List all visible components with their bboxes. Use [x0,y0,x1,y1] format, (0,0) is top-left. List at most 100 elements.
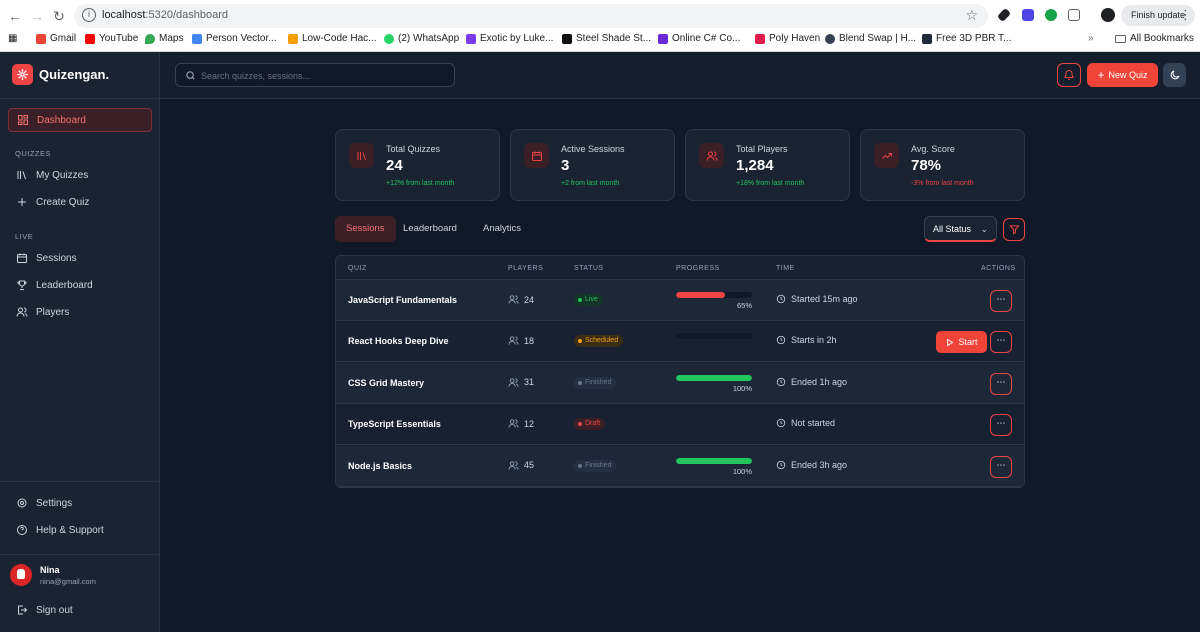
bookmark-poly-haven[interactable]: Poly Haven [755,33,820,44]
more-actions-button[interactable]: ⋯ [990,290,1012,312]
sidebar-item-sessions[interactable]: Sessions [8,246,152,270]
more-actions-button[interactable]: ⋯ [990,414,1012,437]
table-row[interactable]: CSS Grid Mastery 31 Finished 100% Ended 1h a… [336,362,1024,404]
quiz-name[interactable]: TypeScript Essentials [348,419,441,429]
players-value: 18 [524,335,535,346]
blend-swap-icon [825,33,835,44]
status-badge: Finished [574,376,617,389]
site-info-icon[interactable]: i [82,8,96,22]
bookmark-low-code[interactable]: Low-Code Hac... [288,33,376,44]
sidebar-item-label: Sessions [36,252,77,264]
notifications-button[interactable] [1057,63,1081,87]
back-icon[interactable]: ← [6,7,24,25]
bookmark-exotic[interactable]: Exotic by Luke... [466,33,553,44]
clock-icon [776,377,786,387]
table-row[interactable]: JavaScript Fundamentals 24 Live 65% Started … [336,280,1024,321]
reload-icon[interactable]: ↻ [50,7,68,25]
extension-blue-icon[interactable] [1022,9,1034,21]
filter-icon [1008,225,1020,235]
players-count: 24 [508,294,534,305]
bookmark-label: (2) WhatsApp [398,33,460,44]
time-value: Started 15m ago [791,294,858,304]
sidebar-item-my-quizzes[interactable]: My Quizzes [8,163,152,187]
url-text: localhost:5320/dashboard [102,9,228,21]
bookmark-label: Free 3D PBR T... [936,33,1012,44]
quiz-name[interactable]: JavaScript Fundamentals [348,295,457,305]
steel-shade-icon [562,33,572,44]
tab-analytics[interactable]: Analytics [472,216,532,242]
profile-avatar-icon[interactable] [1101,8,1115,22]
stat-label: Total Quizzes [386,144,441,154]
brand-name: Quizengan. [39,67,110,82]
sidebar-item-leaderboard[interactable]: Leaderboard [8,273,152,297]
address-bar[interactable]: i localhost:5320/dashboard ☆ [74,4,988,28]
more-actions-button[interactable]: ⋯ [990,372,1012,395]
users-icon [508,335,519,346]
sign-out-button[interactable]: Sign out [8,598,152,622]
bookmark-gmail[interactable]: Gmail [36,33,76,44]
bookmark-youtube[interactable]: YouTube [85,33,138,44]
filter-button[interactable] [1003,218,1025,241]
apps-grid-icon[interactable]: ▦ [8,33,17,44]
session-time: Ended 3h ago [776,460,847,470]
extension-green-icon[interactable] [1045,9,1057,21]
more-actions-button[interactable]: ⋯ [990,331,1012,354]
browser-menu-icon[interactable]: ⋮ [1179,7,1192,23]
quiz-name[interactable]: CSS Grid Mastery [348,378,424,388]
bookmark-free-3d-pbr[interactable]: Free 3D PBR T... [922,33,1011,44]
sidebar-item-create-quiz[interactable]: Create Quiz [8,190,152,214]
quiz-name[interactable]: Node.js Basics [348,461,412,471]
tab-sessions[interactable]: Sessions [335,216,396,242]
stat-card-avg-score: Avg. Score 78% -3% from last month [860,129,1025,201]
sidebar-item-dashboard[interactable]: Dashboard [8,108,152,132]
more-actions-button[interactable]: ⋯ [990,455,1012,478]
sidebar-item-settings[interactable]: Settings [8,491,152,515]
sidebar-item-help[interactable]: Help & Support [8,518,152,542]
sidebar: Quizengan. Dashboard QUIZZES My Quizzes … [0,52,160,632]
status-filter-select[interactable]: All Status ⌄ [924,216,997,242]
brand-logo[interactable]: Quizengan. [12,64,109,85]
bookmark-whatsapp[interactable]: (2) WhatsApp [384,33,459,44]
bookmark-steel-shade[interactable]: Steel Shade St... [562,33,651,44]
table-row[interactable]: React Hooks Deep Dive 18 Scheduled Starts i… [336,321,1024,363]
forward-icon[interactable]: → [28,7,46,25]
theme-toggle-button[interactable] [1163,63,1186,87]
sign-out-label: Sign out [36,604,73,616]
sidebar-item-label: Create Quiz [36,196,90,208]
more-bookmarks-icon[interactable]: » [1088,33,1094,44]
bookmark-person-vector[interactable]: Person Vector... [192,33,277,44]
sidebar-item-players[interactable]: Players [8,300,152,324]
tab-leaderboard[interactable]: Leaderboard [392,216,468,242]
sidebar-item-label: Help & Support [36,524,104,536]
progress-fill [676,292,726,298]
bookmark-maps[interactable]: Maps [145,33,183,44]
table-row[interactable]: TypeScript Essentials 12 Draft Not started ⋯ [336,404,1024,446]
user-profile[interactable]: Nina nina@gmail.com [10,564,96,586]
players-count: 31 [508,377,534,388]
sidebar-item-label: Settings [36,497,73,509]
quiz-name[interactable]: React Hooks Deep Dive [348,336,449,346]
table-row[interactable]: Node.js Basics 45 Finished 100% Ended 3h ago… [336,445,1024,487]
bookmark-star-icon[interactable]: ☆ [965,7,978,24]
pen-extension-icon[interactable] [996,7,1012,23]
status-badge: Finished [574,459,617,472]
ellipsis-icon: ⋯ [996,335,1006,346]
start-session-button[interactable]: Start [936,331,987,354]
bookmark-online-csharp[interactable]: Online C# Co... [658,33,740,44]
bookmark-blend-swap[interactable]: Blend Swap | H... [825,33,916,44]
stat-change: +18% from last month [736,180,805,187]
new-quiz-button[interactable]: + New Quiz [1087,63,1158,87]
column-header: ACTIONS [981,265,1016,272]
low-code-icon [288,33,298,44]
search-input[interactable] [201,67,446,84]
extensions-puzzle-icon[interactable] [1068,9,1080,21]
users-icon [508,460,519,471]
all-bookmarks-button[interactable]: All Bookmarks [1115,33,1194,44]
sessions-table: QUIZ PLAYERS STATUS PROGRESS TIME ACTION… [335,255,1025,488]
progress-percent: 65% [736,301,752,310]
play-icon [947,338,954,347]
bell-icon [1064,70,1074,80]
stat-card-total-players: Total Players 1,284 +18% from last month [685,129,850,201]
logo-icon [12,64,33,85]
stat-card-total-quizzes: Total Quizzes 24 +12% from last month [335,129,500,201]
